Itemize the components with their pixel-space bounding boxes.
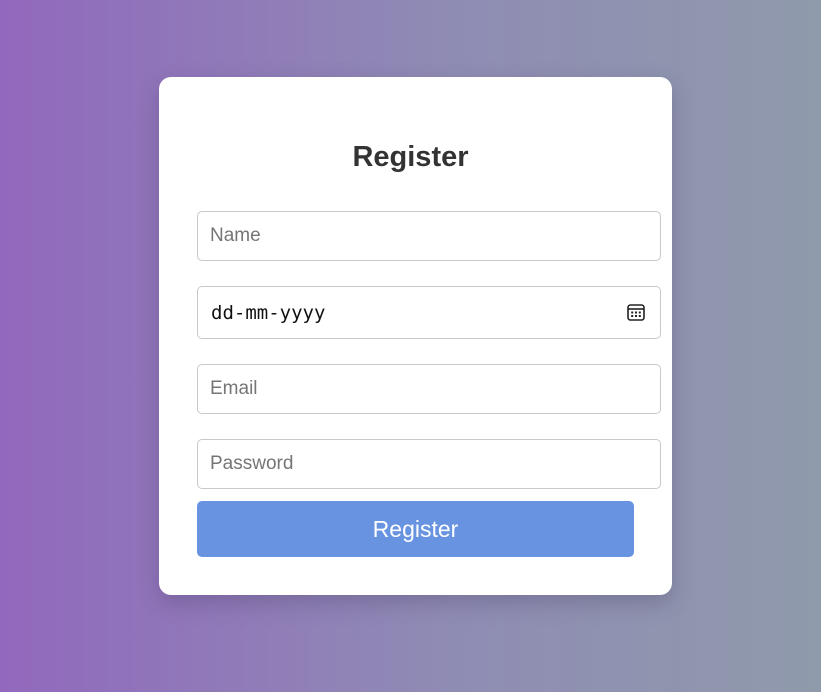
password-input[interactable] [197, 439, 661, 489]
date-placeholder-text: dd-mm-yyyy [211, 302, 326, 324]
register-button[interactable]: Register [197, 501, 634, 557]
name-input[interactable] [197, 211, 661, 261]
email-input[interactable] [197, 364, 661, 414]
form-title: Register [352, 141, 469, 173]
calendar-icon[interactable] [626, 302, 646, 322]
date-of-birth-input[interactable]: dd-mm-yyyy [197, 286, 661, 339]
